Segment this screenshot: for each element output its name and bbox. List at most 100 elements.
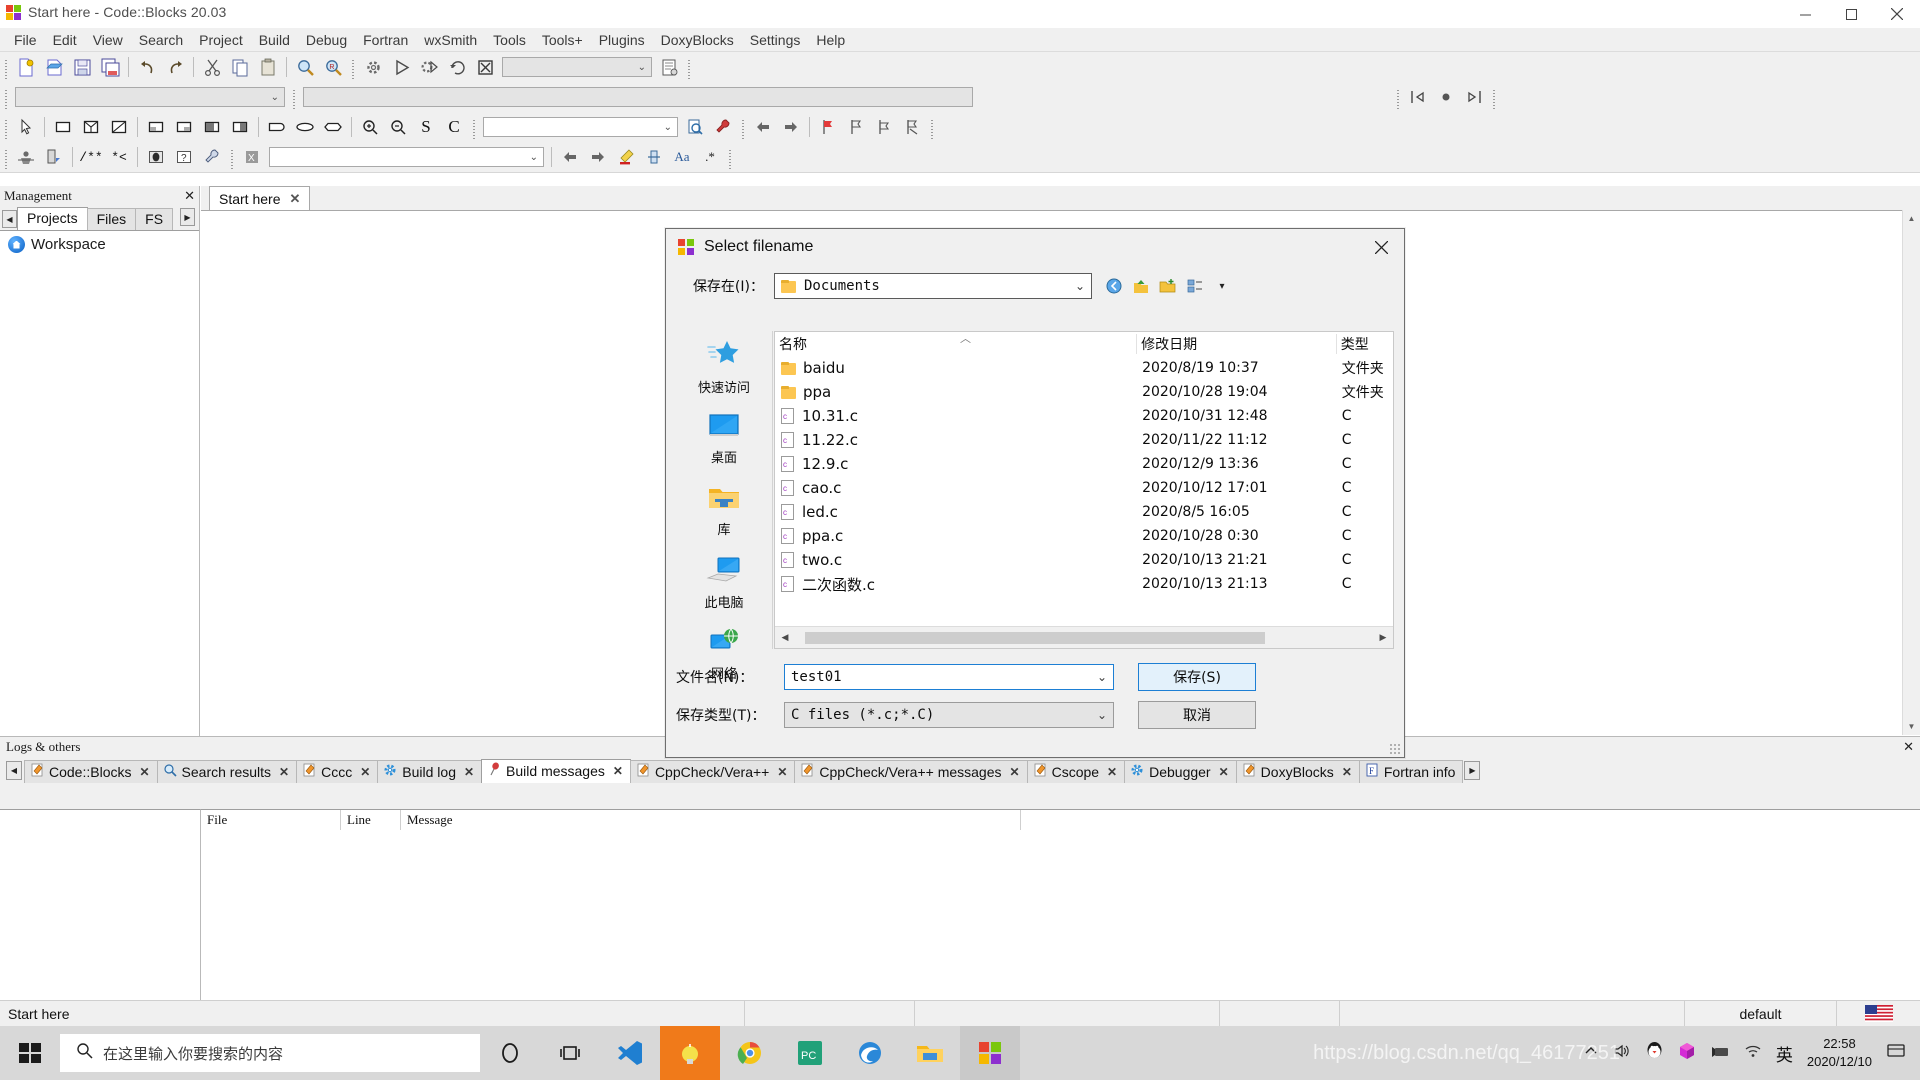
management-close-icon[interactable]: ✕ (184, 188, 195, 204)
build-icon[interactable] (360, 54, 386, 80)
codeblocks-dialog-icon[interactable] (960, 1026, 1020, 1080)
log-tab-close-icon[interactable]: ✕ (139, 765, 149, 779)
chevron-down-icon[interactable]: ▾ (1212, 276, 1232, 296)
log-tab-close-icon[interactable]: ✕ (1342, 765, 1352, 779)
scope-combo[interactable]: ⌄ (15, 87, 285, 107)
goto-current-icon[interactable] (1433, 84, 1459, 110)
logs-close-icon[interactable]: ✕ (1903, 739, 1914, 755)
file-row[interactable]: c 11.22.c 2020/11/22 11:12 C (775, 428, 1393, 452)
forward-icon[interactable] (778, 114, 804, 140)
paste-icon[interactable] (255, 54, 281, 80)
place-library[interactable]: 库 (676, 475, 772, 547)
build-and-run-icon[interactable] (416, 54, 442, 80)
panel-left-icon[interactable] (143, 114, 169, 140)
toolbar-grip[interactable] (1395, 87, 1402, 110)
find-icon[interactable] (292, 54, 318, 80)
log-tab-close-icon[interactable]: ✕ (464, 765, 474, 779)
rect-icon[interactable] (50, 114, 76, 140)
new-file-icon[interactable] (13, 54, 39, 80)
panel-right-icon[interactable] (199, 114, 225, 140)
up-folder-icon[interactable] (1131, 276, 1151, 296)
doxy-extract-icon[interactable] (41, 144, 67, 170)
panel-bottom-icon[interactable] (227, 114, 253, 140)
shape-round-icon[interactable] (264, 114, 290, 140)
wxsmith-combo[interactable]: ⌄ (483, 117, 678, 137)
place-this-pc[interactable]: 此电脑 (676, 547, 772, 619)
toolbar-grip[interactable] (1491, 87, 1498, 110)
log-tab-codeblocks[interactable]: Code::Blocks ✕ (24, 760, 158, 783)
volume-icon[interactable] (1613, 1043, 1631, 1064)
cube-icon[interactable] (1678, 1042, 1696, 1065)
cortana-icon[interactable] (480, 1026, 540, 1080)
chevron-down-icon[interactable]: ⌄ (1097, 708, 1107, 722)
grid-icon[interactable] (106, 114, 132, 140)
tab-files[interactable]: Files (86, 208, 137, 230)
column-header-name[interactable]: 名称 ︿ (775, 332, 1136, 354)
highlight-icon[interactable] (613, 144, 639, 170)
undo-icon[interactable] (134, 54, 160, 80)
doxy-run-icon[interactable] (13, 144, 39, 170)
close-button[interactable] (1874, 0, 1920, 28)
back-icon[interactable] (1104, 276, 1124, 296)
taskbar-clock[interactable]: 22:58 2020/12/10 (1807, 1035, 1872, 1070)
abort-icon[interactable] (472, 54, 498, 80)
menu-edit[interactable]: Edit (45, 30, 85, 50)
save-button[interactable]: 保存(S) (1138, 663, 1256, 691)
menu-wxsmith[interactable]: wxSmith (416, 30, 485, 50)
task-view-icon[interactable] (540, 1026, 600, 1080)
chevron-down-icon[interactable]: ⌄ (1075, 279, 1085, 293)
fortran-next-icon[interactable] (585, 144, 611, 170)
menu-help[interactable]: Help (808, 30, 853, 50)
explorer-icon[interactable] (900, 1026, 960, 1080)
toolbar-grip[interactable] (229, 147, 236, 170)
log-tab-cscope[interactable]: Cscope ✕ (1026, 760, 1126, 783)
wifi-icon[interactable] (1744, 1043, 1762, 1064)
log-tab-build-messages[interactable]: Build messages ✕ (481, 759, 631, 783)
logs-col-line[interactable]: Line (341, 810, 401, 830)
log-tab-build-log[interactable]: Build log ✕ (377, 760, 483, 783)
editor-tab-start-here[interactable]: Start here ✕ (209, 186, 311, 210)
sizer-c-icon[interactable]: C (441, 114, 467, 140)
fortran-abort-icon[interactable]: X (239, 144, 265, 170)
copy-icon[interactable] (227, 54, 253, 80)
vscode-icon[interactable] (600, 1026, 660, 1080)
management-scroll-right[interactable]: ▶ (180, 208, 195, 226)
toolbar-grip[interactable] (3, 117, 10, 140)
bookmark-icon[interactable] (815, 114, 841, 140)
split-icon[interactable] (78, 114, 104, 140)
scroll-right-arrow-icon[interactable]: ▶ (1373, 628, 1393, 648)
workspace-tree-root[interactable]: Workspace (0, 231, 199, 253)
taskbar-search-input[interactable]: 在这里输入你要搜索的内容 (60, 1034, 480, 1072)
block-comment-icon[interactable]: *< (106, 144, 132, 170)
file-row[interactable]: c cao.c 2020/10/12 17:01 C (775, 476, 1393, 500)
dialog-resize-grip[interactable] (1389, 743, 1401, 755)
preview-icon[interactable] (143, 144, 169, 170)
toolbar-grip[interactable] (3, 57, 10, 80)
goto-next-icon[interactable] (1461, 84, 1487, 110)
management-scroll-left[interactable]: ◀ (2, 210, 17, 228)
menu-search[interactable]: Search (131, 30, 191, 50)
column-header-type[interactable]: 类型 (1335, 334, 1393, 354)
folder-path-combo[interactable]: Documents ⌄ (774, 273, 1092, 299)
zoom-out-icon[interactable] (385, 114, 411, 140)
maximize-button[interactable] (1828, 0, 1874, 28)
file-list-horizontal-scrollbar[interactable]: ◀ ▶ (775, 626, 1393, 648)
comment-icon[interactable]: /** (78, 144, 104, 170)
qq-icon[interactable] (1645, 1041, 1664, 1065)
toolbar-grip[interactable] (291, 87, 298, 110)
menu-settings[interactable]: Settings (742, 30, 809, 50)
chrome-icon[interactable] (720, 1026, 780, 1080)
file-row[interactable]: c 12.9.c 2020/12/9 13:36 C (775, 452, 1393, 476)
log-tab-close-icon[interactable]: ✕ (279, 765, 289, 779)
toolbar-grip[interactable] (740, 117, 747, 140)
minimize-button[interactable] (1782, 0, 1828, 28)
menu-tools[interactable]: Tools (485, 30, 534, 50)
case-icon[interactable]: Aa (669, 144, 695, 170)
logs-col-file[interactable]: File (201, 810, 341, 830)
log-tab-doxyblocks[interactable]: DoxyBlocks ✕ (1235, 760, 1360, 783)
pointer-icon[interactable] (13, 114, 39, 140)
save-icon[interactable] (69, 54, 95, 80)
file-row[interactable]: baidu 2020/8/19 10:37 文件夹 (775, 356, 1393, 380)
toolbar-grip[interactable] (3, 147, 10, 170)
editor-vertical-scrollbar[interactable]: ▲ ▼ (1902, 210, 1920, 735)
